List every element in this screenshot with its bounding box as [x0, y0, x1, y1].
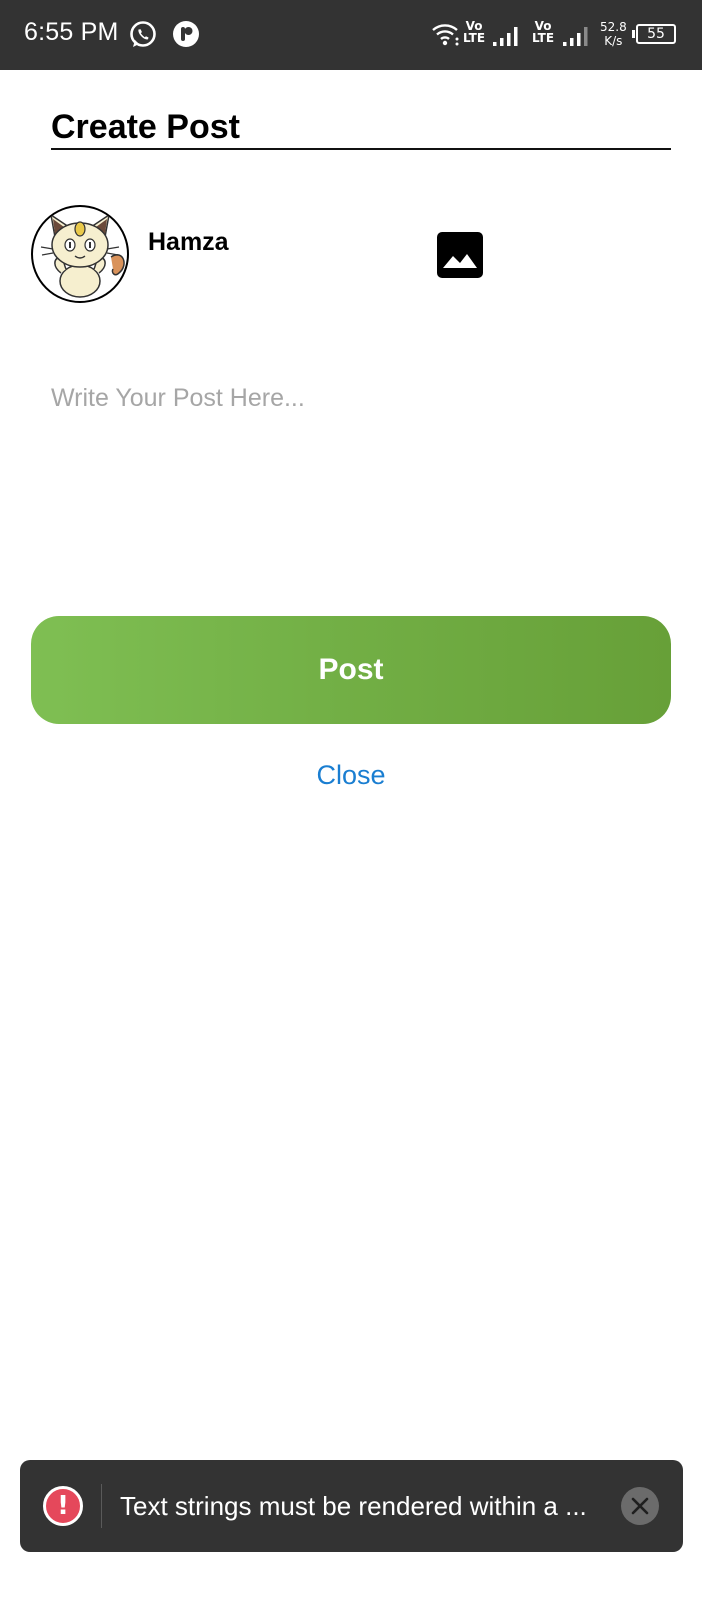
app-notification-icon — [172, 20, 200, 53]
volte-indicator-2: Vo LTE — [532, 20, 554, 44]
volte-indicator-1: Vo LTE — [463, 20, 485, 44]
close-icon — [631, 1497, 649, 1515]
add-image-icon[interactable] — [437, 232, 483, 278]
battery-cap — [632, 30, 635, 38]
post-text-input[interactable] — [51, 380, 651, 540]
close-button[interactable]: Close — [0, 758, 702, 792]
avatar — [31, 205, 129, 303]
title-divider — [51, 148, 671, 150]
post-button[interactable]: Post — [31, 616, 671, 724]
signal-icon — [492, 24, 520, 53]
status-time: 6:55 PM — [24, 18, 119, 46]
whatsapp-icon — [128, 20, 158, 55]
toast-divider — [101, 1484, 102, 1528]
network-speed: 52.8 K/s — [600, 20, 627, 48]
volte-bottom-label: LTE — [532, 31, 555, 45]
user-name: Hamza — [148, 228, 229, 256]
network-speed-value: 52.8 — [600, 20, 627, 34]
network-speed-unit: K/s — [604, 34, 623, 48]
status-bar: 6:55 PM Vo LTE Vo LTE 52.8 K/s 55 — [0, 0, 702, 70]
volte-bottom-label: LTE — [463, 31, 486, 45]
page-title: Create Post — [51, 108, 240, 146]
error-icon: ! — [43, 1486, 83, 1526]
toast-message: Text strings must be rendered within a .… — [120, 1491, 587, 1521]
wifi-icon — [432, 22, 460, 51]
error-toast[interactable]: ! Text strings must be rendered within a… — [20, 1460, 683, 1552]
battery-icon: 55 — [636, 24, 676, 44]
toast-close-button[interactable] — [621, 1487, 659, 1525]
signal-icon — [562, 24, 590, 53]
